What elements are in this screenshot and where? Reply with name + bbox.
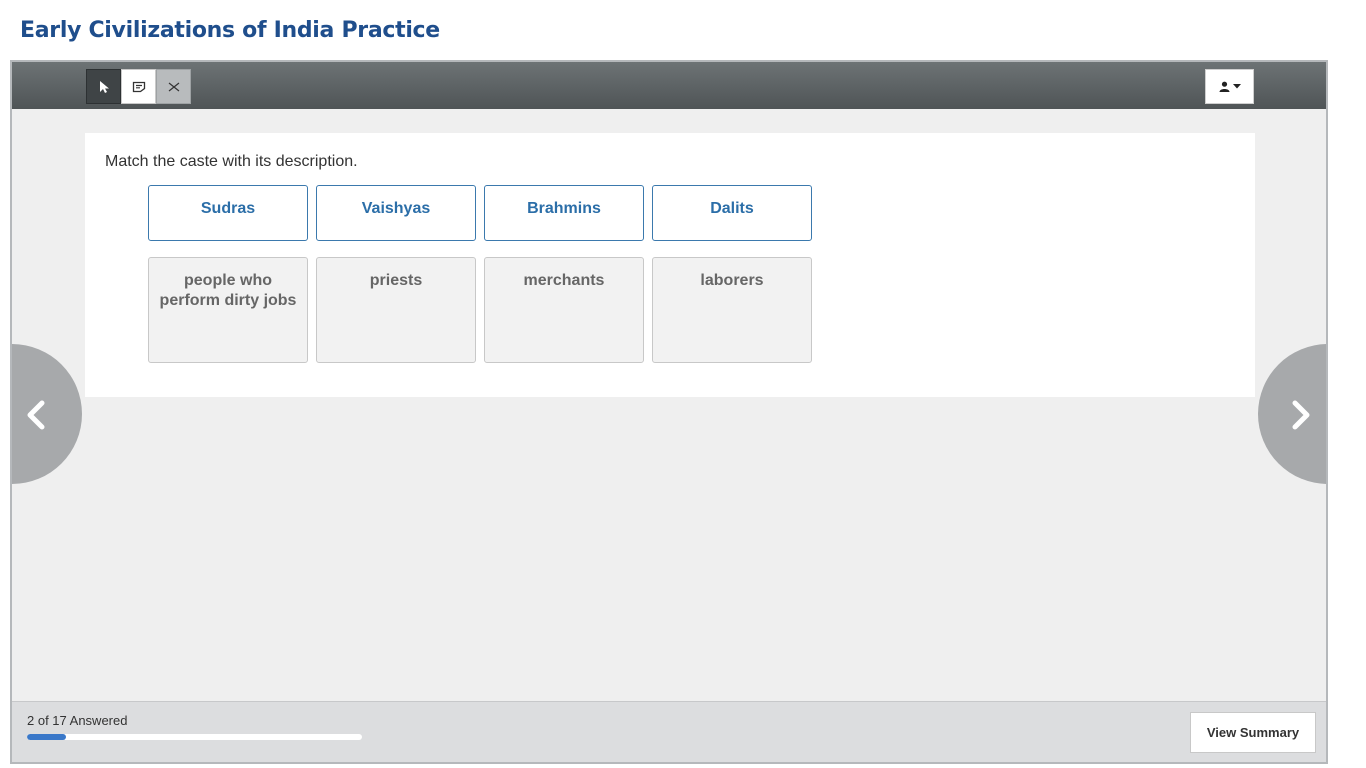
cursor-arrow-icon — [99, 80, 109, 93]
note-icon — [132, 81, 145, 92]
eliminate-icon — [168, 82, 179, 91]
chevron-left-icon — [27, 400, 45, 430]
progress-bar — [27, 734, 362, 740]
notepad-tool-button[interactable] — [121, 69, 156, 104]
eliminator-tool-button[interactable] — [156, 69, 191, 104]
footer-bar: 2 of 17 Answered View Summary — [12, 701, 1326, 762]
question-stage: Match the caste with its description. Su… — [12, 109, 1326, 701]
description-drop-zone[interactable]: merchants — [484, 257, 644, 363]
answered-count: 2 of 17 Answered — [27, 713, 128, 728]
assessment-frame: Match the caste with its description. Su… — [10, 60, 1328, 764]
description-drop-zone[interactable]: priests — [316, 257, 476, 363]
term-tile[interactable]: Dalits — [652, 185, 812, 241]
page-title: Early Civilizations of India Practice — [20, 18, 440, 43]
chevron-right-icon — [1292, 400, 1310, 430]
question-card: Match the caste with its description. Su… — [85, 133, 1255, 397]
description-drop-zone[interactable]: laborers — [652, 257, 812, 363]
previous-question-button[interactable] — [12, 344, 82, 484]
term-tile[interactable]: Vaishyas — [316, 185, 476, 241]
question-prompt: Match the caste with its description. — [105, 153, 358, 170]
progress-fill — [27, 734, 67, 740]
view-summary-button[interactable]: View Summary — [1190, 712, 1316, 753]
term-tile[interactable]: Sudras — [148, 185, 308, 241]
caret-down-icon — [1232, 84, 1241, 89]
term-tile[interactable]: Brahmins — [484, 185, 644, 241]
description-drop-zone[interactable]: people who perform dirty jobs — [148, 257, 308, 363]
user-icon — [1219, 81, 1229, 92]
next-question-button[interactable] — [1258, 344, 1326, 484]
toolbar — [12, 62, 1326, 109]
pointer-tool-button[interactable] — [86, 69, 121, 104]
account-menu-button[interactable] — [1205, 69, 1254, 104]
